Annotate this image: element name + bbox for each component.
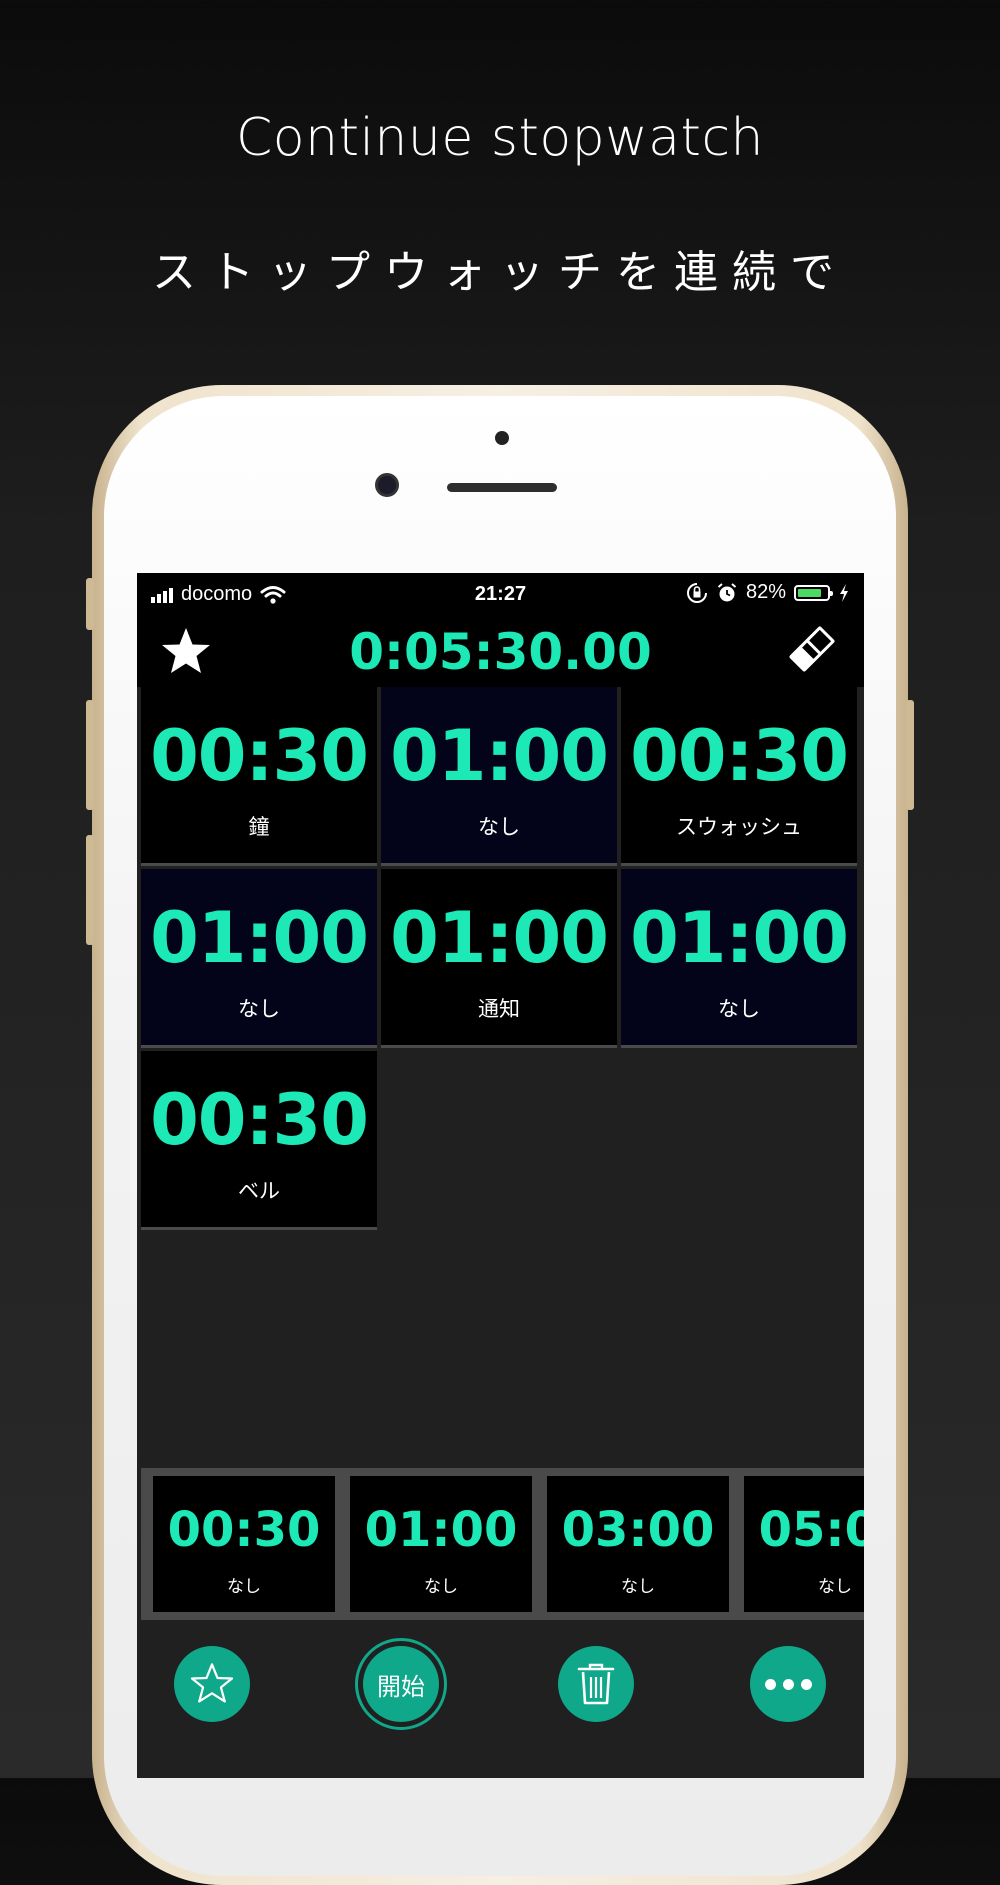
trash-icon (577, 1663, 615, 1705)
tile-time: 00:30 (630, 715, 849, 797)
top-bar: 0:05:30.00 (137, 615, 864, 687)
preset-item[interactable]: 03:00 なし (547, 1476, 729, 1612)
start-button[interactable]: 開始 (355, 1638, 447, 1730)
headline-japanese: ストップウォッチを連続で (152, 247, 848, 298)
timer-tile[interactable]: 01:00 通知 (381, 869, 617, 1048)
phone-volume-down (86, 835, 94, 945)
preset-time: 05:00 (758, 1502, 864, 1558)
timer-tile[interactable]: 01:00 なし (621, 869, 857, 1048)
tile-sound: なし (718, 997, 760, 1021)
tile-time: 01:00 (390, 897, 609, 979)
eraser-icon[interactable] (782, 619, 842, 679)
preset-sound: なし (424, 1577, 458, 1597)
status-bar: docomo 21:27 82% (137, 573, 864, 615)
stopwatch-display: 0:05:30.00 (349, 623, 652, 681)
charging-icon (840, 583, 848, 602)
timer-area: 00:30 鐘 01:00 なし 00:30 スウォッシュ 01:00 なし 0… (137, 687, 864, 1778)
alarm-icon (717, 582, 737, 601)
front-camera (375, 473, 399, 497)
favorites-button[interactable] (174, 1646, 250, 1722)
orientation-lock-icon (687, 582, 707, 603)
tile-time: 00:30 (150, 1079, 369, 1161)
action-bar: 開始 (137, 1620, 864, 1778)
delete-button[interactable] (558, 1646, 634, 1722)
timer-tile[interactable]: 00:30 スウォッシュ (621, 687, 857, 866)
preset-tray[interactable]: 00:30 なし 01:00 なし 03:00 なし 05:00 なし (141, 1468, 864, 1620)
earpiece-speaker (447, 483, 557, 492)
preset-item[interactable]: 00:30 なし (153, 1476, 335, 1612)
phone-power-button (906, 700, 914, 810)
more-button[interactable] (750, 1646, 826, 1722)
tile-time: 01:00 (390, 715, 609, 797)
proximity-sensor (495, 431, 509, 445)
tile-sound: なし (238, 997, 280, 1021)
tile-time: 01:00 (150, 897, 369, 979)
more-icon (764, 1678, 812, 1690)
tile-sound: スウォッシュ (676, 815, 802, 839)
star-outline-icon (190, 1663, 234, 1703)
tile-sound: なし (478, 815, 520, 839)
preset-item[interactable]: 05:00 なし (744, 1476, 864, 1612)
preset-time: 03:00 (561, 1502, 715, 1558)
phone-volume-up (86, 700, 94, 810)
tile-sound: 通知 (478, 997, 520, 1021)
battery-percent: 82% (745, 581, 786, 603)
phone-mute-switch (86, 578, 94, 630)
preset-time: 01:00 (364, 1502, 518, 1558)
battery-icon (794, 584, 833, 601)
timer-tile[interactable]: 00:30 ベル (141, 1051, 377, 1230)
tile-time: 00:30 (150, 715, 369, 797)
tile-sound: ベル (238, 1179, 280, 1203)
preset-sound: なし (227, 1577, 261, 1597)
start-label: 開始 (363, 1646, 439, 1722)
timer-tile[interactable]: 00:30 鐘 (141, 687, 377, 866)
preset-time: 00:30 (167, 1502, 321, 1558)
timer-tile[interactable]: 01:00 なし (141, 869, 377, 1048)
tile-sound: 鐘 (248, 815, 270, 839)
tile-time: 01:00 (630, 897, 849, 979)
headline-english: Continue stopwatch (236, 108, 764, 168)
timer-tile[interactable]: 01:00 なし (381, 687, 617, 866)
preset-sound: なし (818, 1577, 852, 1597)
preset-item[interactable]: 01:00 なし (350, 1476, 532, 1612)
preset-sound: なし (621, 1577, 655, 1597)
app-screen: docomo 21:27 82% 0:05:30.00 00:30 鐘 01:0… (137, 573, 864, 1778)
